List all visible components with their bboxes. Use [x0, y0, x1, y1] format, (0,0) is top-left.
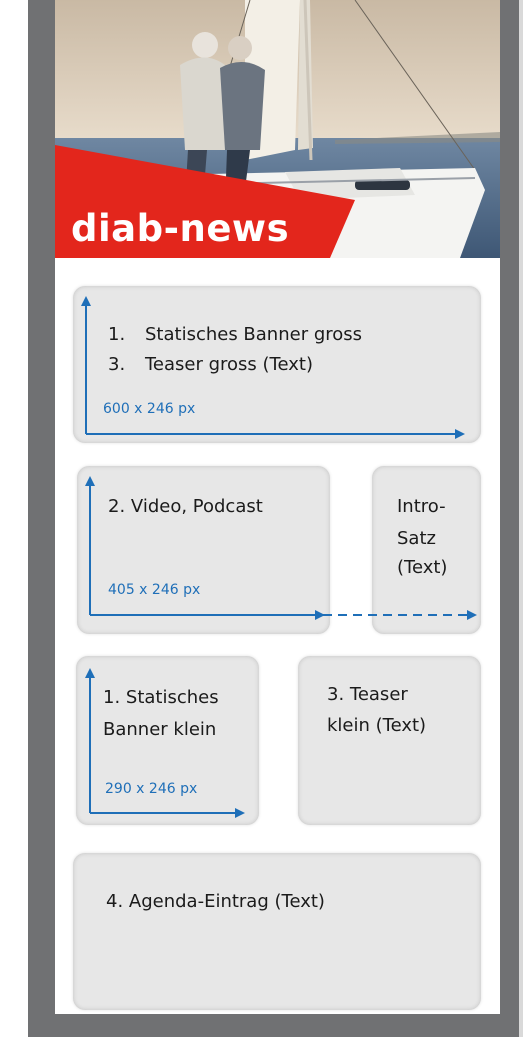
- card-teaser-klein: [298, 656, 481, 825]
- dimension-label-290: 290 x 246 px: [105, 781, 198, 797]
- intro-line-2: Satz: [397, 528, 436, 549]
- item-label-teaser-gross: Teaser gross (Text): [145, 354, 313, 375]
- intro-line-1: Intro-: [397, 496, 446, 517]
- layout-content: 1. Statisches Banner gross 3. Teaser gro…: [55, 258, 500, 1014]
- card-agenda: [73, 853, 481, 1010]
- banner-klein-line-2: Banner klein: [103, 719, 217, 740]
- banner-klein-line-1: 1. Statisches: [103, 687, 219, 708]
- hero-image: diab-news: [55, 0, 500, 258]
- teaser-klein-line-1: 3. Teaser: [327, 684, 408, 705]
- frame-shadow: [519, 0, 523, 1037]
- item-number-1: 1.: [108, 324, 126, 345]
- label-agenda: 4. Agenda-Eintrag (Text): [106, 891, 325, 912]
- item-label-banner-gross: Statisches Banner gross: [145, 324, 363, 345]
- intro-line-3: (Text): [397, 557, 448, 578]
- dimension-label-600: 600 x 246 px: [103, 401, 196, 417]
- teaser-klein-line-2: klein (Text): [327, 715, 427, 736]
- item-number-3: 3.: [108, 354, 126, 375]
- label-video-podcast: 2. Video, Podcast: [108, 496, 263, 517]
- card-video-podcast: [77, 466, 330, 634]
- dimension-label-405: 405 x 246 px: [108, 582, 201, 598]
- brand-logo-text: diab-news: [71, 207, 290, 250]
